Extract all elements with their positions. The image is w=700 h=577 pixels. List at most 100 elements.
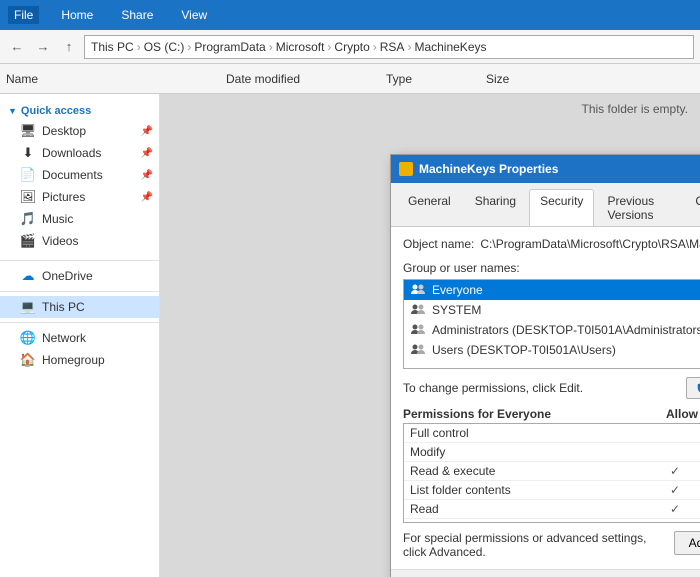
perm-row-read: Read ✓ (404, 500, 700, 519)
sidebar-network-label: Network (42, 331, 86, 345)
perm-fullcontrol-label: Full control (410, 426, 650, 440)
special-perm-row: For special permissions or advanced sett… (403, 531, 700, 559)
sidebar-item-homegroup[interactable]: 🏠 Homegroup (0, 349, 159, 371)
pin-icon: 📌 (141, 148, 153, 159)
dialog-security-content: Object name: C:\ProgramData\Microsoft\Cr… (391, 227, 700, 569)
col-type[interactable]: Type (386, 72, 486, 86)
object-name-row: Object name: C:\ProgramData\Microsoft\Cr… (403, 237, 700, 251)
sidebar-item-documents[interactable]: 📄 Documents 📌 (0, 164, 159, 186)
user-group-icon3 (410, 323, 426, 337)
perm-listfolder-label: List folder contents (410, 483, 650, 497)
sidebar-item-onedrive[interactable]: ☁ OneDrive (0, 265, 159, 287)
address-bar: ← → ↑ This PC › OS (C:) › ProgramData › … (0, 30, 700, 64)
sidebar-item-thispc[interactable]: 💻 This PC (0, 296, 159, 318)
menu-file[interactable]: File (8, 6, 39, 24)
up-button[interactable]: ↑ (58, 36, 80, 58)
perm-for-label: Permissions for Everyone (403, 407, 657, 421)
special-perm-text: For special permissions or advanced sett… (403, 531, 666, 559)
dialog-title: MachineKeys Properties (419, 162, 700, 176)
sidebar-homegroup-label: Homegroup (42, 353, 105, 367)
group-everyone-label: Everyone (432, 283, 483, 297)
menu-share[interactable]: Share (115, 6, 159, 24)
sidebar-item-downloads[interactable]: ⬇ Downloads 📌 (0, 142, 159, 164)
forward-button[interactable]: → (32, 36, 54, 58)
perm-write-label: Write (410, 521, 650, 523)
col-modified[interactable]: Date modified (226, 72, 386, 86)
group-users-label: Users (DESKTOP-T0I501A\Users) (432, 343, 616, 357)
tab-general[interactable]: General (397, 189, 462, 226)
group-list[interactable]: Everyone SYSTEM (403, 279, 700, 369)
chevron-right-icon: ▼ (8, 106, 17, 116)
tab-sharing[interactable]: Sharing (464, 189, 527, 226)
divider2 (0, 291, 159, 292)
network-icon: 🌐 (20, 330, 36, 346)
perm-row-fullcontrol: Full control (404, 424, 700, 443)
change-perm-row: To change permissions, click Edit. ! Edi… (403, 377, 700, 399)
address-path[interactable]: This PC › OS (C:) › ProgramData › Micros… (84, 35, 694, 59)
sidebar-item-videos[interactable]: 🎬 Videos (0, 230, 159, 252)
perm-modify-label: Modify (410, 445, 650, 459)
col-size[interactable]: Size (486, 72, 509, 86)
edit-button[interactable]: ! Edit... (686, 377, 700, 399)
change-perm-text: To change permissions, click Edit. (403, 381, 583, 395)
columns-bar: Name Date modified Type Size (0, 64, 700, 94)
path-programdata: ProgramData (194, 40, 265, 54)
path-microsoft: Microsoft (276, 40, 325, 54)
path-rsa: RSA (380, 40, 405, 54)
thispc-icon: 💻 (20, 299, 36, 315)
path-crypto: Crypto (334, 40, 369, 54)
sidebar-item-music[interactable]: 🎵 Music (0, 208, 159, 230)
perm-row-listfolder: List folder contents ✓ (404, 481, 700, 500)
path-thispc: This PC (91, 40, 134, 54)
homegroup-icon: 🏠 (20, 352, 36, 368)
group-item-system[interactable]: SYSTEM (404, 300, 700, 320)
back-button[interactable]: ← (6, 36, 28, 58)
object-name-value: C:\ProgramData\Microsoft\Crypto\RSA\Mach… (480, 237, 700, 251)
dialog-tabs: General Sharing Security Previous Versio… (391, 183, 700, 227)
tab-security[interactable]: Security (529, 189, 594, 226)
perm-row-readexecute: Read & execute ✓ (404, 462, 700, 481)
divider3 (0, 322, 159, 323)
pin-icon: 📌 (141, 192, 153, 203)
onedrive-icon: ☁ (20, 268, 36, 284)
music-icon: 🎵 (20, 211, 36, 227)
menu-home[interactable]: Home (55, 6, 99, 24)
title-bar: File Home Share View (0, 0, 700, 30)
sidebar-item-pictures[interactable]: 🖼 Pictures 📌 (0, 186, 159, 208)
path-machinekeys: MachineKeys (414, 40, 486, 54)
path-osc: OS (C:) (144, 40, 185, 54)
group-item-users[interactable]: Users (DESKTOP-T0I501A\Users) (404, 340, 700, 360)
sidebar-thispc-label: This PC (42, 300, 85, 314)
quick-access-label: Quick access (21, 105, 91, 117)
tab-customize[interactable]: Customize (684, 189, 700, 226)
group-item-everyone[interactable]: Everyone (404, 280, 700, 300)
documents-icon: 📄 (20, 167, 36, 183)
col-name[interactable]: Name (6, 72, 226, 86)
quick-access-section: ▼ Quick access 🖥 Desktop 📌 ⬇ Downloads 📌… (0, 98, 159, 256)
content-area: This folder is empty. MachineKeys Proper… (160, 94, 700, 577)
sidebar-music-label: Music (42, 212, 73, 226)
sidebar-item-desktop[interactable]: 🖥 Desktop 📌 (0, 120, 159, 142)
group-item-administrators[interactable]: Administrators (DESKTOP-T0I501A\Administ… (404, 320, 700, 340)
dialog-folder-icon (399, 162, 413, 176)
sidebar-documents-label: Documents (42, 168, 103, 182)
menu-view[interactable]: View (175, 6, 213, 24)
downloads-icon: ⬇ (20, 145, 36, 161)
sidebar: ▼ Quick access 🖥 Desktop 📌 ⬇ Downloads 📌… (0, 94, 160, 577)
tab-previous-versions[interactable]: Previous Versions (596, 189, 682, 226)
perm-listfolder-allow: ✓ (650, 483, 700, 497)
quick-access-header[interactable]: ▼ Quick access (0, 102, 159, 120)
object-name-label: Object name: (403, 237, 474, 251)
perm-row-modify: Modify (404, 443, 700, 462)
user-group-icon4 (410, 343, 426, 357)
dialog-footer: OK Cancel Apply (391, 569, 700, 577)
videos-icon: 🎬 (20, 233, 36, 249)
sidebar-pictures-label: Pictures (42, 190, 85, 204)
perm-readexecute-label: Read & execute (410, 464, 650, 478)
sidebar-item-network[interactable]: 🌐 Network (0, 327, 159, 349)
perm-row-write: Write (404, 519, 700, 523)
pin-icon: 📌 (141, 170, 153, 181)
menu-bar: File Home Share View (8, 6, 213, 24)
advanced-button[interactable]: Advanced (674, 531, 700, 555)
desktop-icon: 🖥 (20, 123, 36, 139)
